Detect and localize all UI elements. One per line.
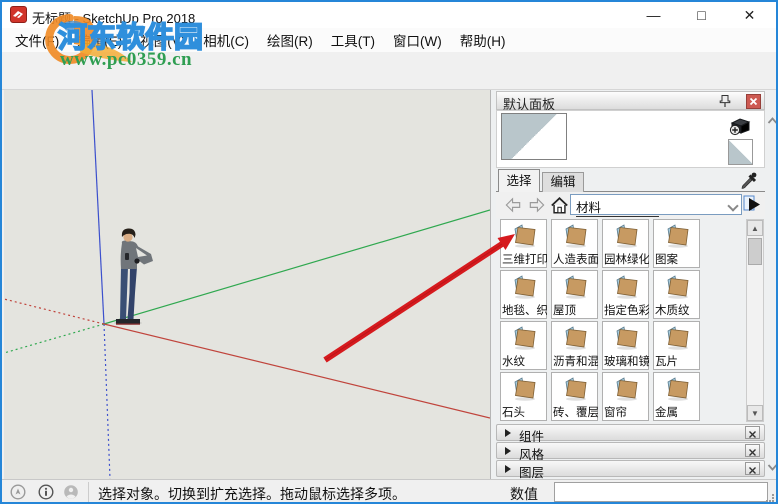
materials-tabs: 选择 编辑 [496,169,765,192]
red-axis-negative [4,298,105,325]
create-material-button[interactable] [728,114,752,138]
red-axis [103,323,490,419]
scrollbar-thumb[interactable] [748,238,762,265]
folder-roofing[interactable]: 屋顶 [551,270,598,319]
green-axis [103,209,490,325]
folder-named-colors[interactable]: 指定色彩 [602,270,649,319]
measurements-label: 数值 [510,486,538,502]
default-tray: 默认面板 选择 编辑 材料 三维打印 人造表面 园林绿化 图案 地毯、织 屋顶 … [490,90,778,480]
tray-scroll-down-icon[interactable] [767,461,778,473]
menu-view[interactable]: 视图(V) [131,28,194,52]
resize-grip[interactable] [766,494,774,502]
menu-window[interactable]: 窗口(W) [384,28,451,52]
folder-patterns[interactable]: 图案 [653,219,700,268]
user-credits-icon[interactable] [63,484,79,500]
eyedropper-icon[interactable] [740,171,757,190]
title-bar: 无标题 - SketchUp Pro 2018 — □ ✕ [2,2,776,28]
sketchup-logo-icon [10,6,27,23]
chevron-down-icon [727,200,739,212]
secondary-swatch[interactable] [728,139,753,165]
close-icon [749,97,758,106]
3d-viewport[interactable] [4,90,490,479]
scroll-up-button[interactable]: ▲ [747,220,763,236]
menu-file[interactable]: 文件(F) [6,28,68,52]
minimize-button[interactable]: — [631,2,676,28]
expand-arrow-icon [505,465,511,473]
status-message: 选择对象。切换到扩充选择。拖动鼠标选择多项。 [98,486,406,502]
folder-carpet-fabrics[interactable]: 地毯、织物 [500,270,547,319]
tray-header[interactable]: 默认面板 [496,91,765,112]
status-bar: 选择对象。切换到扩充选择。拖动鼠标选择多项。 数值 [2,479,776,502]
folder-tile[interactable]: 瓦片 [653,321,700,370]
expand-arrow-icon [505,429,511,437]
sketchup-window: 无标题 - SketchUp Pro 2018 — □ ✕ 文件(F) 编辑(E… [0,0,778,504]
pin-icon[interactable] [719,94,732,108]
toolbar: A1 [2,52,776,138]
info-icon[interactable] [38,484,54,500]
materials-scrollbar[interactable]: ▲ ▼ [746,219,764,422]
components-panel-header[interactable]: 组件 [496,424,765,444]
maximize-button[interactable]: □ [679,2,724,28]
folder-curtains[interactable]: 窗帘 [602,372,649,421]
folder-glass-mirrors[interactable]: 玻璃和镜面 [602,321,649,370]
green-axis-negative [4,323,105,354]
materials-nav-row: 材料 [496,192,765,218]
layers-close-button[interactable] [745,462,760,475]
back-arrow-icon[interactable] [504,196,523,214]
folder-synthetic-surfaces[interactable]: 人造表面 [551,219,598,268]
scroll-down-button[interactable]: ▼ [747,405,763,421]
expand-arrow-icon [505,447,511,455]
folder-brick-cladding[interactable]: 砖、覆层 [551,372,598,421]
viewport-scene [4,90,490,479]
details-arrow-button[interactable] [741,194,763,215]
tab-select[interactable]: 选择 [498,169,540,192]
materials-collection-dropdown[interactable]: 材料 [570,194,742,217]
blue-axis [91,90,105,325]
close-button[interactable]: ✕ [727,2,772,28]
materials-folder-grid: 三维打印 人造表面 园林绿化 图案 地毯、织物 屋顶 指定色彩 木质纹 水纹 沥… [495,218,747,423]
tray-scroll-up-icon[interactable] [767,115,778,127]
menu-draw[interactable]: 绘图(R) [258,28,322,52]
status-separator [88,482,89,502]
material-preview-swatch [501,113,567,160]
layers-panel-header[interactable]: 图层 [496,460,765,480]
window-title: 无标题 - SketchUp Pro 2018 [32,11,196,26]
menu-help[interactable]: 帮助(H) [451,28,515,52]
components-close-button[interactable] [745,426,760,439]
folder-metal[interactable]: 金属 [653,372,700,421]
folder-water[interactable]: 水纹 [500,321,547,370]
forward-arrow-icon[interactable] [527,196,546,214]
folder-stone[interactable]: 石头 [500,372,547,421]
person-figure [114,228,153,325]
styles-panel-header[interactable]: 风格 [496,442,765,462]
styles-close-button[interactable] [745,444,760,457]
dropdown-value: 材料 [576,197,660,217]
material-preview-area [496,110,765,168]
tray-close-button[interactable] [746,94,761,109]
menu-tools[interactable]: 工具(T) [322,28,384,52]
menu-edit[interactable]: 编辑(E) [68,28,131,52]
geolocation-icon[interactable] [10,484,26,500]
menu-camera[interactable]: 相机(C) [194,28,258,52]
folder-3d-printing[interactable]: 三维打印 [500,219,547,268]
menu-bar: 文件(F) 编辑(E) 视图(V) 相机(C) 绘图(R) 工具(T) 窗口(W… [2,28,776,52]
blue-axis-negative [103,323,111,479]
folder-asphalt-concrete[interactable]: 沥青和混凝土 [551,321,598,370]
folder-landscaping[interactable]: 园林绿化 [602,219,649,268]
home-icon[interactable] [550,196,569,215]
folder-wood[interactable]: 木质纹 [653,270,700,319]
tab-edit[interactable]: 编辑 [542,172,584,192]
measurements-input[interactable] [554,482,768,502]
